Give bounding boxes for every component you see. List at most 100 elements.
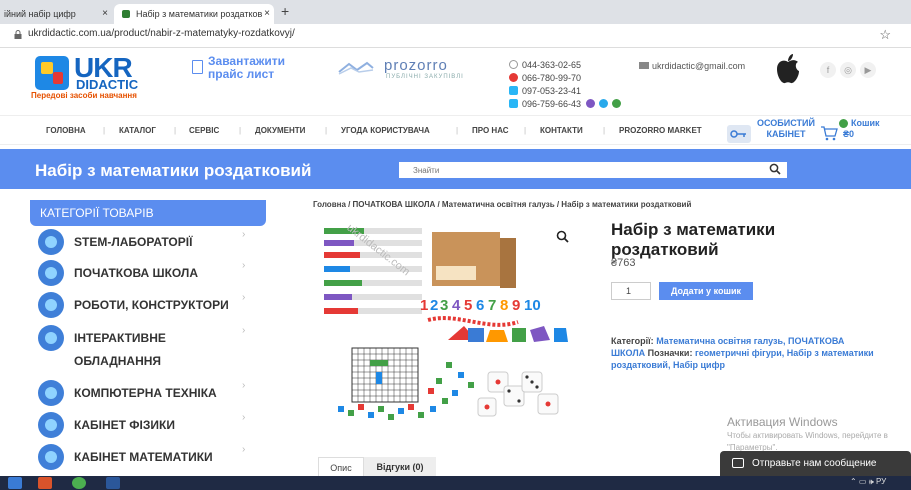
product-meta: Категорії: Математична освітня галузь, П… [611, 335, 881, 371]
nav-separator: | [174, 126, 177, 135]
svg-text:9: 9 [512, 297, 520, 314]
stem-icon [38, 229, 64, 255]
bookmark-star-icon[interactable]: ☆ [879, 27, 891, 43]
logo-sub[interactable]: DIDACTIC [76, 77, 138, 92]
search-icon[interactable] [769, 163, 781, 175]
personal-cabinet-link[interactable]: ОСОБИСТИЙ КАБІНЕТ [755, 118, 817, 140]
sidebar-item-interactive[interactable]: ІНТЕРАКТИВНЕ ОБЛАДНАННЯ › [36, 323, 266, 375]
svg-text:4: 4 [452, 297, 461, 314]
chat-icon [732, 458, 744, 468]
phone-3[interactable]: 097-053-23-41 [509, 86, 581, 96]
windows-activation-text: Чтобы активировать Windows, перейдите в [727, 431, 888, 440]
quantity-input[interactable] [611, 282, 651, 300]
sidebar-item-computers[interactable]: КОМПЮТЕРНА ТЕХНІКА › [36, 378, 266, 408]
nav-contacts[interactable]: КОНТАКТИ [540, 126, 583, 135]
product-box [432, 232, 516, 288]
document-icon [192, 60, 203, 74]
categories-heading: КАТЕГОРІЇ ТОВАРІВ [40, 206, 154, 220]
system-tray[interactable]: ⌃ ▭ 🕪 РУ [850, 477, 886, 487]
word-icon[interactable] [106, 477, 120, 489]
new-tab-button[interactable]: + [281, 3, 289, 19]
nav-separator: | [103, 126, 106, 135]
search-input[interactable] [399, 162, 787, 178]
browser-tab-2-label: Набір з математики роздатков [136, 9, 263, 19]
nav-catalog[interactable]: КАТАЛОГ [119, 126, 156, 135]
kyivstar-icon [509, 86, 518, 95]
cart-icon[interactable] [820, 125, 838, 141]
nav-user-agreement[interactable]: УГОДА КОРИСТУВАЧА [341, 126, 430, 135]
chevron-right-icon: › [242, 292, 246, 303]
tab-description[interactable]: Опис [318, 457, 364, 477]
chevron-right-icon: › [242, 325, 246, 336]
url-text[interactable]: ukrdidactic.com.ua/product/nabir-z-matem… [28, 28, 295, 39]
zoom-icon[interactable] [556, 230, 569, 243]
favicon-icon [122, 10, 130, 18]
chat-widget[interactable]: Отправьте нам сообщение [720, 451, 911, 476]
product-title: Набір з математики роздатковий [611, 220, 776, 259]
sidebar-item-primary-school[interactable]: ПОЧАТКОВА ШКОЛА › [36, 258, 266, 288]
phone-1[interactable]: 044-363-02-65 [509, 60, 581, 70]
browser-tab-2[interactable]: Набір з математики роздатков × [114, 4, 274, 24]
svg-text:1: 1 [420, 297, 428, 314]
taskbar [0, 476, 911, 490]
chevron-right-icon: › [242, 412, 246, 423]
facebook-icon[interactable]: f [820, 62, 836, 78]
breadcrumb[interactable]: Головна / ПОЧАТКОВА ШКОЛА / Математична … [313, 200, 691, 209]
chevron-right-icon: › [242, 380, 246, 391]
sidebar-item-physics[interactable]: КАБІНЕТ ФІЗИКИ › [36, 410, 266, 440]
price-list-link[interactable]: Завантажити прайс лист [208, 55, 298, 81]
interactive-board-icon [38, 325, 64, 351]
sidebar-item-stem[interactable]: STEM-ЛАБОРАТОРІЇ › [36, 227, 266, 257]
start-icon[interactable] [8, 477, 22, 489]
categories-label: Категорії: [611, 336, 654, 346]
chrome-icon[interactable] [72, 477, 86, 489]
browser-tab-1-label: ійний набір цифр [4, 9, 76, 19]
phone-4[interactable]: 096-759-66-43 [509, 99, 625, 109]
math-icon [38, 444, 64, 470]
key-icon[interactable] [727, 125, 751, 143]
tab-reviews[interactable]: Відгуки (0) [364, 457, 436, 477]
nav-separator: | [456, 126, 459, 135]
prozorro-logo-icon[interactable] [337, 60, 375, 76]
instagram-icon[interactable]: ◎ [840, 62, 856, 78]
tagline: Передові засоби навчання [31, 91, 137, 100]
nav-prozorro-market[interactable]: PROZORRO MARKET [619, 126, 702, 135]
cart-total: ₴0 [843, 129, 855, 139]
close-icon[interactable]: × [264, 4, 270, 24]
dice [477, 371, 559, 417]
nav-documents[interactable]: ДОКУМЕНТИ [255, 126, 305, 135]
close-icon[interactable]: × [102, 4, 108, 24]
browser-tab-bar: ійний набір цифр × Набір з математики ро… [0, 0, 911, 24]
powerpoint-icon[interactable] [38, 477, 52, 489]
svg-text:5: 5 [464, 297, 472, 314]
address-bar[interactable]: ukrdidactic.com.ua/product/nabir-z-matem… [0, 24, 911, 48]
sidebar-item-math[interactable]: КАБІНЕТ МАТЕМАТИКИ › [36, 442, 266, 472]
phone-icon [509, 60, 518, 69]
geometric-shapes [448, 326, 568, 342]
viber-icon[interactable] [585, 99, 595, 108]
nav-home[interactable]: ГОЛОВНА [46, 126, 86, 135]
prozorro-logo[interactable]: prozorro [384, 57, 448, 74]
browser-tab-1[interactable]: ійний набір цифр × [0, 4, 112, 24]
chevron-right-icon: › [242, 229, 246, 240]
nav-about[interactable]: ПРО НАС [472, 126, 509, 135]
chevron-right-icon: › [242, 260, 246, 271]
add-to-cart-button[interactable]: Додати у кошик [659, 282, 753, 300]
apple-icon[interactable] [774, 53, 802, 85]
grid-board [351, 347, 419, 403]
youtube-icon[interactable]: ▶ [860, 62, 876, 78]
primary-school-icon [38, 260, 64, 286]
nav-service[interactable]: СЕРВІС [189, 126, 219, 135]
sidebar-item-robots[interactable]: РОБОТИ, КОНСТРУКТОРИ › [36, 290, 266, 320]
email-link[interactable]: ukrdidactic@gmail.com [639, 61, 745, 71]
robot-icon [38, 292, 64, 318]
windows-activation-title: Активация Windows [727, 415, 838, 429]
product-image[interactable]: 123 456 789 10 [318, 222, 586, 432]
svg-text:6: 6 [476, 297, 484, 314]
svg-text:2: 2 [430, 297, 438, 314]
cart-link[interactable]: Кошик ₴0 [841, 118, 880, 140]
whatsapp-icon[interactable] [611, 99, 621, 108]
telegram-icon[interactable] [598, 99, 608, 108]
logo-icon[interactable] [35, 56, 69, 90]
phone-2[interactable]: 066-780-99-70 [509, 73, 581, 83]
